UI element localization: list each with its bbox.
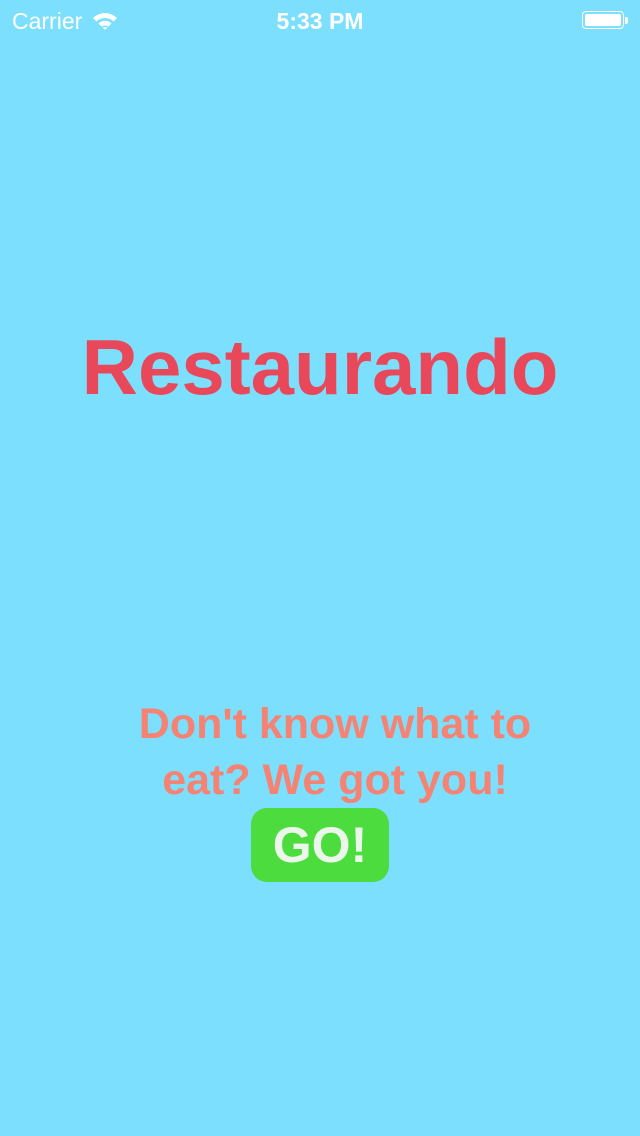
status-bar: Carrier 5:33 PM <box>0 0 640 40</box>
battery-icon <box>582 11 630 31</box>
go-button[interactable]: GO! <box>251 808 389 882</box>
status-time: 5:33 PM <box>276 8 364 34</box>
battery-fill <box>585 14 621 26</box>
app-title: Restaurando <box>81 323 559 411</box>
tagline: Don't know what to eat? We got you! <box>138 700 532 804</box>
battery-body <box>582 11 624 29</box>
battery-tip <box>625 17 628 24</box>
